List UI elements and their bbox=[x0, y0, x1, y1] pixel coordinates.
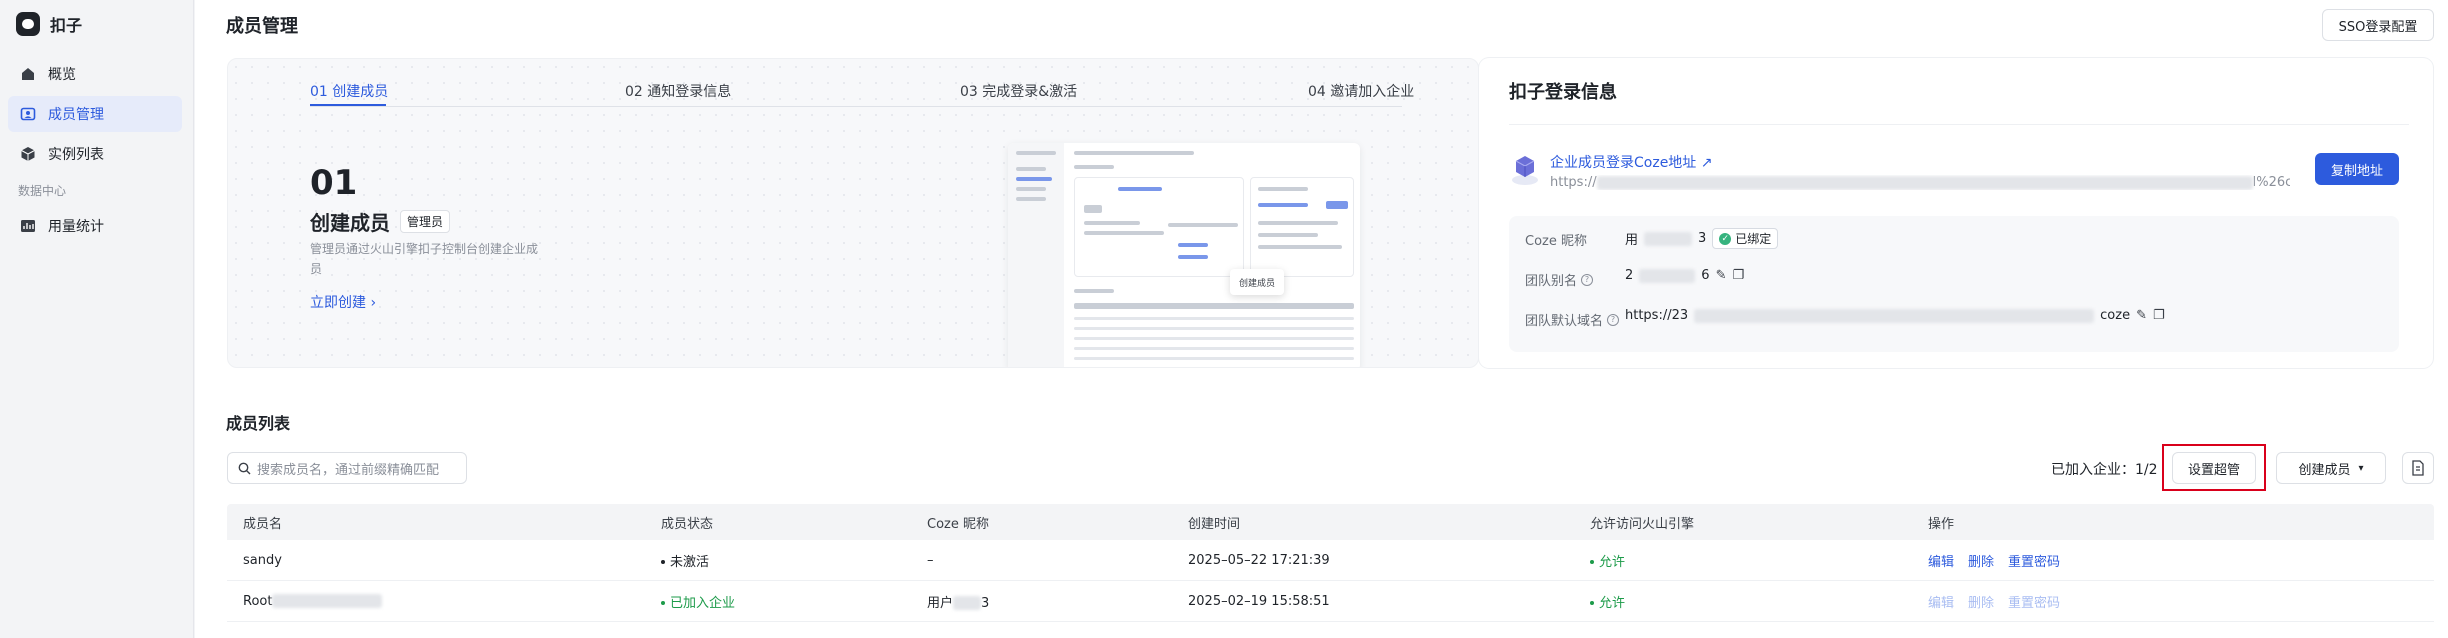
member-list-title: 成员列表 bbox=[226, 414, 291, 433]
edit-icon[interactable]: ✎ bbox=[1716, 268, 1727, 283]
member-status: 未激活 bbox=[645, 551, 911, 570]
sidebar-item-label: 成员管理 bbox=[48, 107, 104, 123]
brand[interactable]: 扣子 bbox=[16, 10, 82, 38]
member-status: 已加入企业 bbox=[645, 592, 911, 611]
coze-nickname-label: Coze 昵称 bbox=[1525, 234, 1587, 249]
chart-icon bbox=[20, 218, 36, 234]
column-header: 成员状态 bbox=[661, 516, 714, 532]
login-info-title: 扣子登录信息 bbox=[1509, 82, 1617, 103]
team-domain-value: https://23 coze ✎ ❐ bbox=[1625, 308, 2165, 323]
brand-name: 扣子 bbox=[50, 16, 83, 35]
sidebar-group-label: 数据中心 bbox=[18, 184, 67, 198]
sidebar-item-label: 实例列表 bbox=[48, 147, 104, 163]
member-access: 允许 bbox=[1574, 551, 1912, 570]
help-icon: ? bbox=[1581, 273, 1594, 286]
create-member-button[interactable]: 创建成员 ▾ bbox=[2276, 452, 2386, 484]
onboarding-steps-card: 01 创建成员 02 通知登录信息 03 完成登录&激活 04 邀请加入企业 0… bbox=[227, 58, 1479, 368]
member-created-time: 2025–02–19 15:58:51 bbox=[1188, 593, 1330, 609]
table-header: 成员名 成员状态 Coze 昵称 创建时间 允许访问火山引擎 操作 bbox=[227, 504, 2434, 540]
member-icon bbox=[20, 106, 36, 122]
column-header: 允许访问火山引擎 bbox=[1590, 516, 1695, 532]
table-row: sandy 未激活 – 2025–05–22 17:21:39 允许 编辑 删除… bbox=[227, 540, 2434, 581]
table-row: Root 已加入企业 用户 3 2025–02–19 15:58:51 允许 编辑… bbox=[227, 581, 2434, 622]
member-nickname: 用户 3 bbox=[927, 595, 990, 611]
active-step-indicator bbox=[310, 104, 386, 106]
step-title-text: 创建成员 bbox=[310, 211, 390, 235]
sidebar-item-overview[interactable]: 概览 bbox=[8, 56, 182, 92]
main-content: 成员管理 SSO登录配置 01 创建成员 02 通知登录信息 03 完成登录&激… bbox=[195, 0, 2448, 638]
export-icon-button[interactable] bbox=[2402, 452, 2434, 484]
copy-address-button[interactable]: 复制地址 bbox=[2315, 153, 2399, 185]
member-nickname: – bbox=[927, 552, 934, 568]
coze-logo-icon bbox=[16, 12, 40, 36]
export-icon bbox=[2412, 460, 2424, 476]
sidebar-item-members[interactable]: 成员管理 bbox=[8, 96, 182, 132]
member-access: 允许 bbox=[1574, 592, 1912, 611]
step-title: 创建成员 管理员 bbox=[310, 207, 451, 236]
login-link-url: https://l%26c... bbox=[1550, 175, 2290, 190]
joined-count: 已加入企业：1/2 bbox=[2051, 462, 2158, 478]
sidebar-item-usage[interactable]: 用量统计 bbox=[8, 208, 182, 244]
tab-step-4[interactable]: 04 邀请加入企业 bbox=[1308, 81, 1414, 101]
page-title: 成员管理 bbox=[226, 16, 298, 37]
enterprise-cube-icon bbox=[1512, 156, 1538, 185]
edit-button[interactable]: 编辑 bbox=[1928, 551, 1954, 570]
member-table: 成员名 成员状态 Coze 昵称 创建时间 允许访问火山引擎 操作 sandy … bbox=[227, 504, 2434, 622]
team-info-box: Coze 昵称 用3 ✓ 已绑定 团队别名? 26 ✎ ❐ 团队默认域名? htt… bbox=[1509, 216, 2399, 352]
search-placeholder: 搜索成员名，通过前缀精确匹配 bbox=[257, 462, 440, 478]
login-link-title[interactable]: 企业成员登录Coze地址 ↗ bbox=[1550, 152, 1712, 172]
reset-password-button: 重置密码 bbox=[2008, 595, 2061, 611]
mock-create-popup: 创建成员 bbox=[1230, 269, 1284, 295]
column-header: Coze 昵称 bbox=[927, 516, 989, 532]
sidebar-item-instances[interactable]: 实例列表 bbox=[8, 136, 182, 172]
team-alias-label: 团队别名? bbox=[1525, 270, 1594, 289]
copy-icon[interactable]: ❐ bbox=[1732, 268, 1744, 283]
sidebar: 扣子 概览 成员管理 实例列表 数据中心 用量统计 bbox=[0, 0, 194, 638]
check-icon: ✓ bbox=[1719, 232, 1732, 245]
delete-button[interactable]: 删除 bbox=[1968, 551, 1994, 570]
home-icon bbox=[20, 66, 36, 82]
cube-icon bbox=[20, 146, 36, 162]
edit-button: 编辑 bbox=[1928, 595, 1955, 611]
column-header: 创建时间 bbox=[1188, 516, 1241, 532]
search-icon bbox=[238, 462, 251, 474]
login-info-card: 扣子登录信息 企业成员登录Coze地址 ↗ https://l%26c... 复… bbox=[1479, 58, 2433, 368]
sso-config-button[interactable]: SSO登录配置 bbox=[2322, 9, 2434, 41]
member-created-time: 2025–05–22 17:21:39 bbox=[1188, 552, 1330, 568]
chevron-down-icon: ▾ bbox=[2358, 462, 2364, 474]
member-actions: 编辑 删除 重置密码 bbox=[1912, 551, 2434, 570]
team-alias-value: 26 ✎ ❐ bbox=[1625, 268, 1745, 283]
copy-icon[interactable]: ❐ bbox=[2153, 308, 2165, 323]
member-name: Root bbox=[227, 594, 645, 609]
step-illustration bbox=[1008, 143, 1360, 367]
tab-step-3[interactable]: 03 完成登录&激活 bbox=[960, 81, 1077, 101]
member-search-input[interactable]: 搜索成员名，通过前缀精确匹配 bbox=[227, 452, 467, 484]
edit-icon[interactable]: ✎ bbox=[2136, 308, 2147, 323]
member-name: sandy bbox=[243, 552, 282, 568]
tab-step-2[interactable]: 02 通知登录信息 bbox=[625, 81, 731, 101]
coze-nickname-value: 用3 ✓ 已绑定 bbox=[1625, 228, 1779, 249]
bound-badge: ✓ 已绑定 bbox=[1712, 228, 1779, 249]
step-description: 管理员通过火山引擎扣子控制台创建企业成员 bbox=[310, 242, 539, 276]
column-header: 操作 bbox=[1928, 516, 1955, 532]
divider bbox=[1509, 124, 2409, 125]
sidebar-item-label: 用量统计 bbox=[48, 219, 104, 235]
member-actions: 编辑 删除 重置密码 bbox=[1912, 592, 2434, 611]
steps-divider bbox=[310, 106, 1402, 107]
tab-step-1[interactable]: 01 创建成员 bbox=[310, 81, 388, 101]
sidebar-item-label: 概览 bbox=[48, 67, 76, 83]
team-domain-label: 团队默认域名? bbox=[1525, 310, 1620, 329]
step-number: 01 bbox=[310, 163, 358, 203]
help-icon: ? bbox=[1607, 313, 1620, 326]
reset-password-button[interactable]: 重置密码 bbox=[2008, 551, 2060, 570]
column-header: 成员名 bbox=[243, 516, 283, 532]
delete-button: 删除 bbox=[1968, 595, 1995, 611]
create-now-link[interactable]: 立即创建 › bbox=[310, 292, 376, 312]
admin-badge: 管理员 bbox=[400, 210, 451, 233]
set-super-admin-button[interactable]: 设置超管 bbox=[2172, 452, 2256, 484]
